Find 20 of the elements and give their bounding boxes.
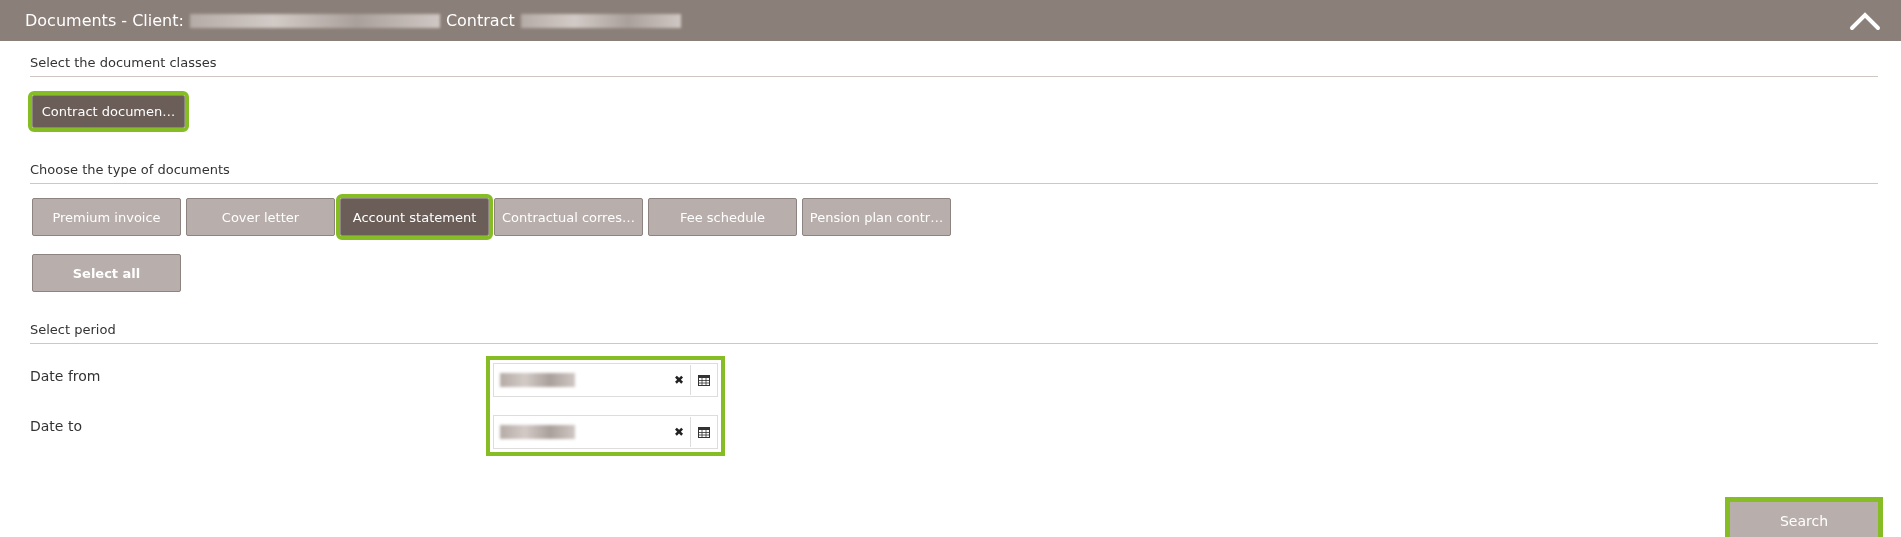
section-heading: Choose the type of documents	[30, 148, 1878, 184]
calendar-icon[interactable]	[698, 374, 710, 386]
document-button[interactable]: Pension plan contr…	[802, 198, 951, 236]
date-field[interactable]: ✖	[493, 415, 718, 449]
header-label: Contract	[445, 11, 515, 30]
date-field[interactable]: ✖	[493, 363, 718, 397]
collapse-icon[interactable]	[1849, 10, 1881, 31]
clear-icon[interactable]: ✖	[668, 373, 690, 387]
document-button[interactable]: Cover letter	[186, 198, 335, 236]
clear-icon[interactable]: ✖	[668, 425, 690, 439]
header-title: Documents - Client:	[25, 11, 184, 30]
field-label: Date from	[30, 367, 102, 386]
calendar-icon[interactable]	[698, 426, 710, 438]
document-button[interactable]: Premium invoice	[32, 198, 181, 236]
section-heading: Select the document classes	[30, 41, 1878, 77]
document-button[interactable]: Fee schedule	[648, 198, 797, 236]
section-heading: Select period	[30, 308, 1878, 344]
select-all-button[interactable]: Select all	[32, 254, 181, 292]
document-button[interactable]: Contractual corres…	[494, 198, 643, 236]
field-label: Date to	[30, 417, 83, 436]
